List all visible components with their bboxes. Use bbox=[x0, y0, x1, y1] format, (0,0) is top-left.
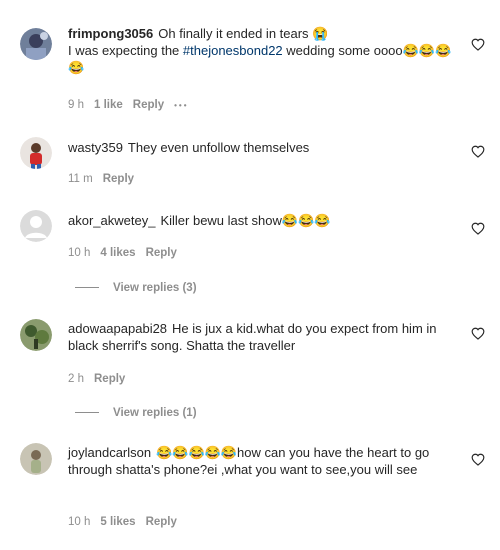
more-options-icon[interactable]: ••• bbox=[174, 101, 188, 110]
comment-body: Killer bewu last show😂😂😂 bbox=[160, 213, 331, 228]
view-replies-label: View replies (1) bbox=[113, 407, 197, 419]
comment-time: 11 m bbox=[68, 173, 93, 185]
view-replies-label: View replies (3) bbox=[113, 282, 197, 294]
comment-username[interactable]: wasty359 bbox=[68, 140, 123, 155]
avatar[interactable] bbox=[20, 137, 52, 169]
reply-button[interactable]: Reply bbox=[94, 373, 125, 385]
reply-button[interactable]: Reply bbox=[146, 516, 177, 528]
avatar[interactable] bbox=[20, 210, 52, 242]
comment-username[interactable]: adowaapapabi28 bbox=[68, 321, 167, 336]
comment-meta: 10 h 4 likes Reply bbox=[68, 247, 187, 259]
reply-button[interactable]: Reply bbox=[103, 173, 134, 185]
comment-text: adowaapapabi28 He is jux a kid.what do yo… bbox=[68, 320, 458, 354]
heart-outline-icon[interactable] bbox=[471, 453, 485, 466]
heart-outline-icon[interactable] bbox=[471, 38, 485, 51]
comment-meta: 9 h 1 like Reply ••• bbox=[68, 99, 199, 111]
likes-count[interactable]: 1 like bbox=[94, 99, 123, 111]
replies-divider bbox=[75, 412, 99, 414]
comment-meta: 11 m Reply bbox=[68, 173, 144, 185]
view-replies-button[interactable]: View replies (1) bbox=[75, 407, 197, 419]
comment-meta: 2 h Reply bbox=[68, 373, 135, 385]
comment-body: They even unfollow themselves bbox=[127, 140, 310, 155]
comment-meta: 10 h 5 likes Reply bbox=[68, 516, 187, 528]
likes-count[interactable]: 5 likes bbox=[100, 516, 135, 528]
comment-time: 9 h bbox=[68, 99, 84, 111]
comment-text: joylandcarlson 😂😂😂😂😂how can you have the … bbox=[68, 444, 458, 478]
likes-count[interactable]: 4 likes bbox=[100, 247, 135, 259]
reply-button[interactable]: Reply bbox=[146, 247, 177, 259]
view-replies-button[interactable]: View replies (3) bbox=[75, 282, 197, 294]
avatar[interactable] bbox=[20, 319, 52, 351]
comment-text: wasty359 They even unfollow themselves bbox=[68, 139, 458, 156]
reply-button[interactable]: Reply bbox=[133, 99, 164, 111]
heart-outline-icon[interactable] bbox=[471, 327, 485, 340]
comment-time: 2 h bbox=[68, 373, 84, 385]
comment-text: akor_akwetey_ Killer bewu last show😂😂😂 bbox=[68, 212, 458, 229]
comment-time: 10 h bbox=[68, 247, 91, 259]
heart-outline-icon[interactable] bbox=[471, 145, 485, 158]
comment-body: Oh finally it ended in tears 😭 bbox=[158, 26, 329, 41]
hashtag-link[interactable]: #thejonesbond22 bbox=[183, 43, 283, 58]
comment-username[interactable]: joylandcarlson bbox=[68, 445, 151, 460]
comment-time: 10 h bbox=[68, 516, 91, 528]
replies-divider bbox=[75, 287, 99, 289]
comment-text: frimpong3056 Oh finally it ended in tears… bbox=[68, 25, 458, 76]
comment-username[interactable]: frimpong3056 bbox=[68, 26, 153, 41]
avatar[interactable] bbox=[20, 28, 52, 60]
comment-username[interactable]: akor_akwetey_ bbox=[68, 213, 155, 228]
avatar[interactable] bbox=[20, 443, 52, 475]
comment-body: I was expecting the bbox=[68, 43, 183, 58]
heart-outline-icon[interactable] bbox=[471, 222, 485, 235]
